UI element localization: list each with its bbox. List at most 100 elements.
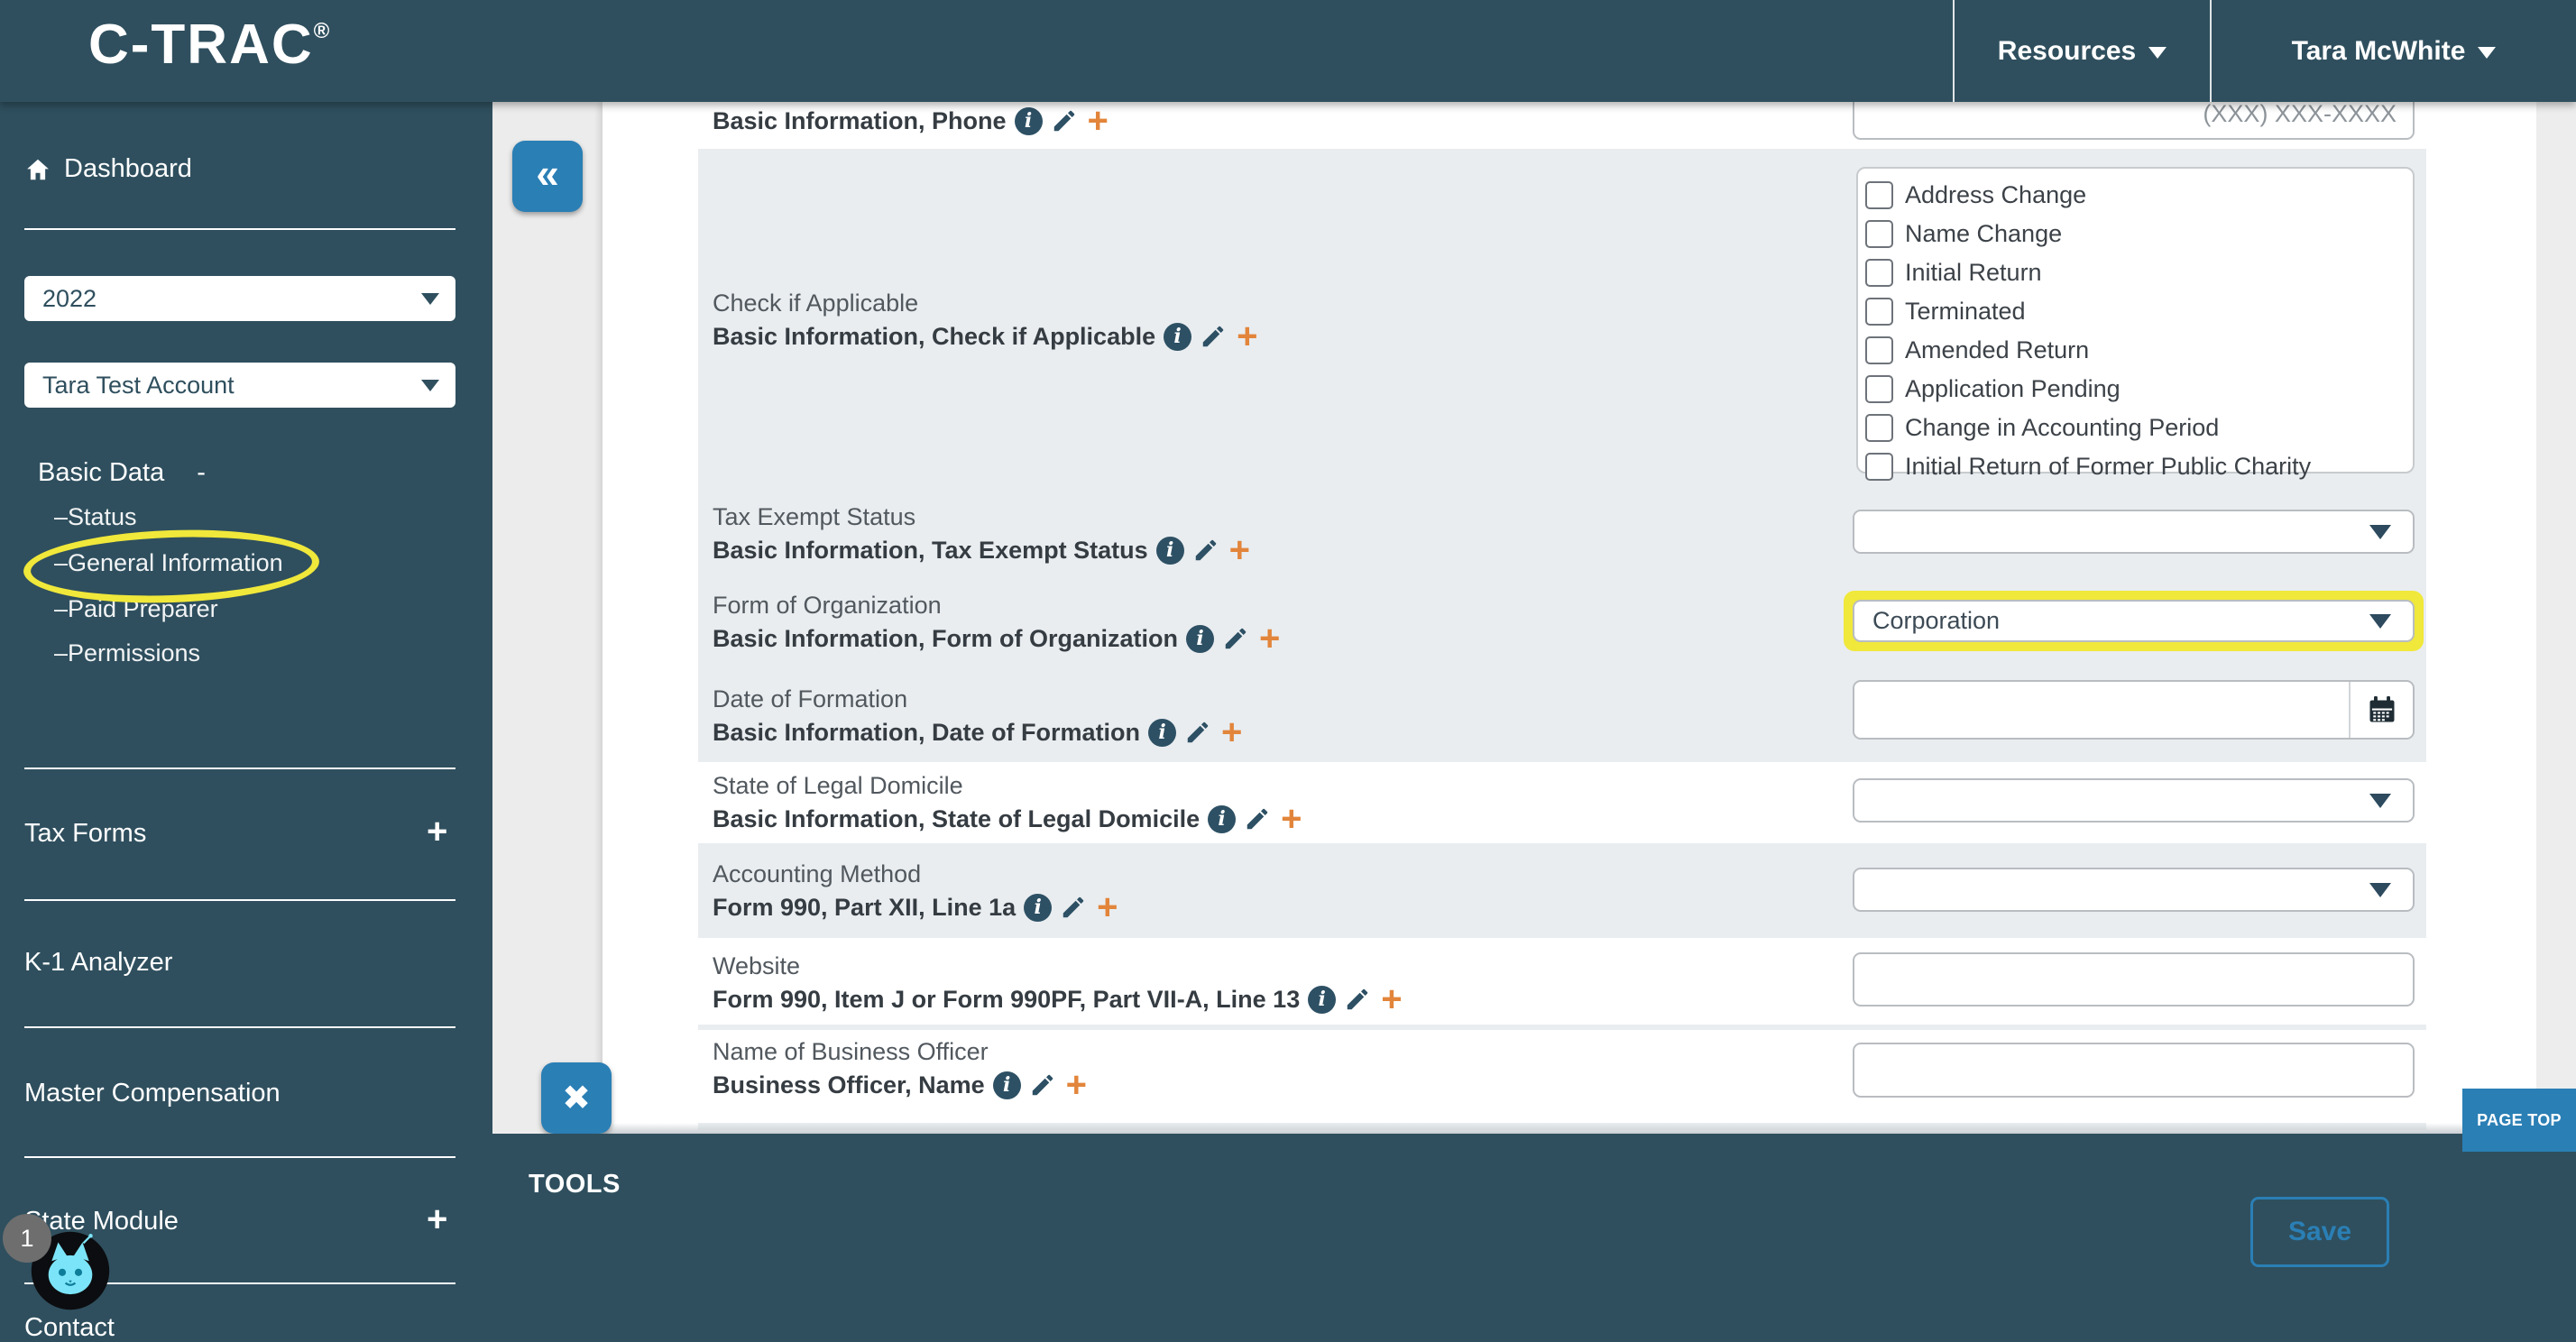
field-label-state-of-legal-domicile: State of Legal Domicile Basic Informatio…: [713, 769, 1302, 836]
checkbox-initial-return[interactable]: Initial Return: [1865, 253, 2413, 292]
checkbox-icon: [1865, 453, 1893, 481]
highlight-box-annotation: Corporation: [1844, 591, 2424, 651]
pencil-icon[interactable]: [1192, 537, 1219, 564]
add-icon[interactable]: +: [1381, 986, 1402, 1013]
checkbox-name-change[interactable]: Name Change: [1865, 215, 2413, 253]
chevron-down-icon: [421, 293, 439, 305]
chevron-down-icon: [2478, 47, 2496, 59]
app-logo[interactable]: C-TRAC®: [88, 13, 329, 77]
field-label-date-of-formation: Date of Formation Basic Information, Dat…: [713, 683, 1242, 749]
info-icon[interactable]: i: [1208, 805, 1236, 833]
dashboard-label: Dashboard: [64, 154, 192, 184]
sidebar-divider: [24, 768, 455, 769]
top-header: C-TRAC® Resources Tara McWhite: [0, 0, 2576, 102]
info-icon[interactable]: i: [1148, 719, 1176, 747]
pencil-icon[interactable]: [1200, 323, 1227, 350]
tax-exempt-status-select[interactable]: [1853, 510, 2415, 554]
tools-panel: TOOLS Save: [492, 1134, 2576, 1342]
registered-mark: ®: [314, 19, 330, 43]
logo-text: C-TRAC: [88, 14, 314, 76]
phone-input[interactable]: [1853, 102, 2415, 140]
calendar-button[interactable]: [2349, 682, 2413, 738]
date-of-formation-input[interactable]: [1854, 682, 2349, 738]
year-select[interactable]: 2022: [24, 276, 455, 321]
pencil-icon[interactable]: [1060, 894, 1087, 921]
sidebar-item-dashboard[interactable]: Dashboard: [24, 154, 192, 184]
add-icon[interactable]: +: [1237, 323, 1257, 350]
pencil-icon[interactable]: [1222, 625, 1249, 652]
info-icon[interactable]: i: [1186, 625, 1214, 653]
sidebar-item-tax-forms[interactable]: Tax Forms: [24, 819, 146, 849]
add-icon[interactable]: +: [1088, 107, 1109, 134]
expand-plus-icon[interactable]: +: [427, 1207, 447, 1232]
checkbox-icon: [1865, 181, 1893, 209]
checkbox-address-change[interactable]: Address Change: [1865, 176, 2413, 215]
info-icon[interactable]: i: [1164, 323, 1191, 351]
sidebar-item-permissions[interactable]: –Permissions: [54, 639, 200, 667]
chevron-down-icon: [2369, 525, 2391, 539]
info-icon[interactable]: i: [1015, 107, 1043, 135]
checkbox-amended-return[interactable]: Amended Return: [1865, 331, 2413, 370]
checkbox-application-pending[interactable]: Application Pending: [1865, 370, 2413, 409]
checkbox-initial-return-former-charity[interactable]: Initial Return of Former Public Charity: [1865, 447, 2413, 486]
field-label-name-of-business-officer: Name of Business Officer Business Office…: [713, 1035, 1087, 1102]
add-icon[interactable]: +: [1259, 625, 1280, 652]
user-menu[interactable]: Tara McWhite: [2212, 0, 2576, 102]
expand-plus-icon[interactable]: +: [427, 819, 447, 844]
tools-close-button[interactable]: ✖: [541, 1062, 612, 1134]
pencil-icon[interactable]: [1344, 986, 1371, 1013]
sidebar-group-basic-data[interactable]: Basic Data -: [38, 458, 206, 488]
pencil-icon[interactable]: [1051, 107, 1078, 134]
add-icon[interactable]: +: [1097, 894, 1118, 921]
checkbox-icon: [1865, 220, 1893, 248]
add-icon[interactable]: +: [1221, 719, 1242, 746]
checkbox-change-accounting-period[interactable]: Change in Accounting Period: [1865, 409, 2413, 447]
pencil-icon[interactable]: [1029, 1071, 1056, 1098]
info-icon[interactable]: i: [1024, 894, 1052, 922]
collapse-indicator: -: [197, 458, 206, 487]
checkbox-icon: [1865, 414, 1893, 442]
field-label-website: Website Form 990, Item J or Form 990PF, …: [713, 950, 1403, 1016]
business-officer-name-input[interactable]: [1853, 1043, 2415, 1098]
sidebar-gutter: [492, 102, 603, 1134]
field-label-accounting-method: Accounting Method Form 990, Part XII, Li…: [713, 858, 1118, 924]
user-name-label: Tara McWhite: [2292, 36, 2466, 67]
field-label-check-if-applicable: Check if Applicable Basic Information, C…: [713, 287, 1257, 354]
form-of-organization-select[interactable]: Corporation: [1853, 600, 2415, 642]
basic-data-label: Basic Data: [38, 458, 164, 487]
sidebar: Dashboard 2022 Tara Test Account Basic D…: [0, 102, 492, 1342]
info-icon[interactable]: i: [1156, 537, 1184, 565]
info-icon[interactable]: i: [993, 1071, 1021, 1099]
add-icon[interactable]: +: [1281, 805, 1302, 832]
chat-unread-badge: 1: [3, 1214, 51, 1263]
chevron-down-icon: [2369, 794, 2391, 808]
field-label-tax-exempt-status: Tax Exempt Status Basic Information, Tax…: [713, 501, 1250, 567]
resources-menu[interactable]: Resources: [1955, 0, 2210, 102]
scrollbar-track[interactable]: [2536, 102, 2576, 1134]
bottom-shadow: [603, 1123, 2576, 1134]
checkbox-group: Address Change Name Change Initial Retur…: [1856, 167, 2415, 473]
website-input[interactable]: [1853, 952, 2415, 1006]
add-icon[interactable]: +: [1066, 1071, 1087, 1098]
check-sublabel: Basic Information, Check if Applicable: [713, 319, 1155, 354]
state-of-legal-domicile-select[interactable]: [1853, 778, 2415, 823]
checkbox-terminated[interactable]: Terminated: [1865, 292, 2413, 331]
chevron-down-icon: [421, 380, 439, 391]
sidebar-item-contact[interactable]: Contact: [24, 1313, 115, 1342]
chevron-down-icon: [2369, 883, 2391, 897]
sidebar-item-k1-analyzer[interactable]: K-1 Analyzer: [24, 948, 172, 978]
pencil-icon[interactable]: [1244, 805, 1271, 832]
form-of-organization-value: Corporation: [1872, 607, 2000, 635]
sidebar-item-master-compensation[interactable]: Master Compensation: [24, 1079, 281, 1108]
accounting-method-select[interactable]: [1853, 868, 2415, 912]
sidebar-collapse-button[interactable]: «: [512, 141, 583, 212]
info-icon[interactable]: i: [1308, 986, 1336, 1014]
account-select[interactable]: Tara Test Account: [24, 363, 455, 408]
page-top-button[interactable]: PAGE TOP: [2462, 1089, 2576, 1152]
pencil-icon[interactable]: [1184, 719, 1211, 746]
add-icon[interactable]: +: [1229, 537, 1250, 564]
checkbox-icon: [1865, 336, 1893, 364]
sidebar-item-status[interactable]: –Status: [54, 503, 137, 531]
field-label-phone: Basic Information, Phone i +: [713, 104, 1109, 138]
save-button[interactable]: Save: [2250, 1197, 2389, 1267]
